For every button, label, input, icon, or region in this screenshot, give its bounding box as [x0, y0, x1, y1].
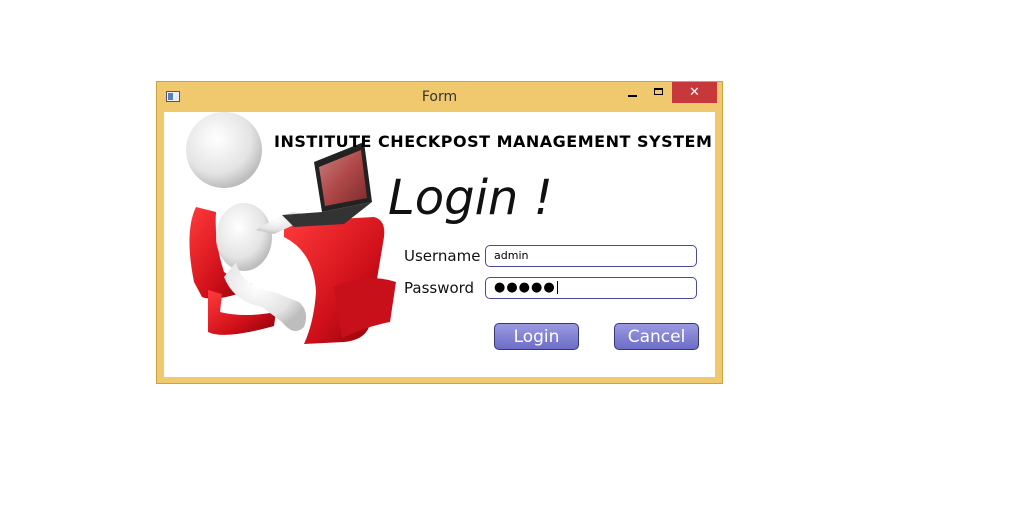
maximize-button[interactable]: [645, 82, 672, 103]
username-value: admin: [494, 249, 529, 262]
login-heading: Login !: [388, 170, 553, 226]
password-field[interactable]: ●●●●●: [485, 277, 697, 299]
title-bar[interactable]: Form ✕: [157, 82, 722, 112]
password-label: Password: [404, 279, 475, 297]
login-button[interactable]: Login: [494, 323, 579, 350]
text-cursor: [556, 281, 558, 294]
login-heading-text: Login !: [388, 170, 553, 226]
user-at-desk-illustration: [186, 112, 396, 344]
close-button[interactable]: ✕: [672, 82, 717, 103]
login-window: Form ✕ INSTITUTE CHECKPOST MANAGEMENT SY…: [156, 81, 723, 384]
cancel-button[interactable]: Cancel: [614, 323, 699, 350]
form-body: INSTITUTE CHECKPOST MANAGEMENT SYSTEM Lo…: [164, 112, 715, 377]
close-icon: ✕: [689, 85, 700, 100]
maximize-icon: [654, 88, 663, 95]
username-label: Username: [404, 247, 481, 265]
minimize-icon: [628, 94, 637, 97]
minimize-button[interactable]: [619, 82, 646, 103]
system-title: INSTITUTE CHECKPOST MANAGEMENT SYSTEM: [274, 132, 713, 151]
password-value: ●●●●●: [494, 280, 556, 295]
username-field[interactable]: admin: [485, 245, 697, 267]
